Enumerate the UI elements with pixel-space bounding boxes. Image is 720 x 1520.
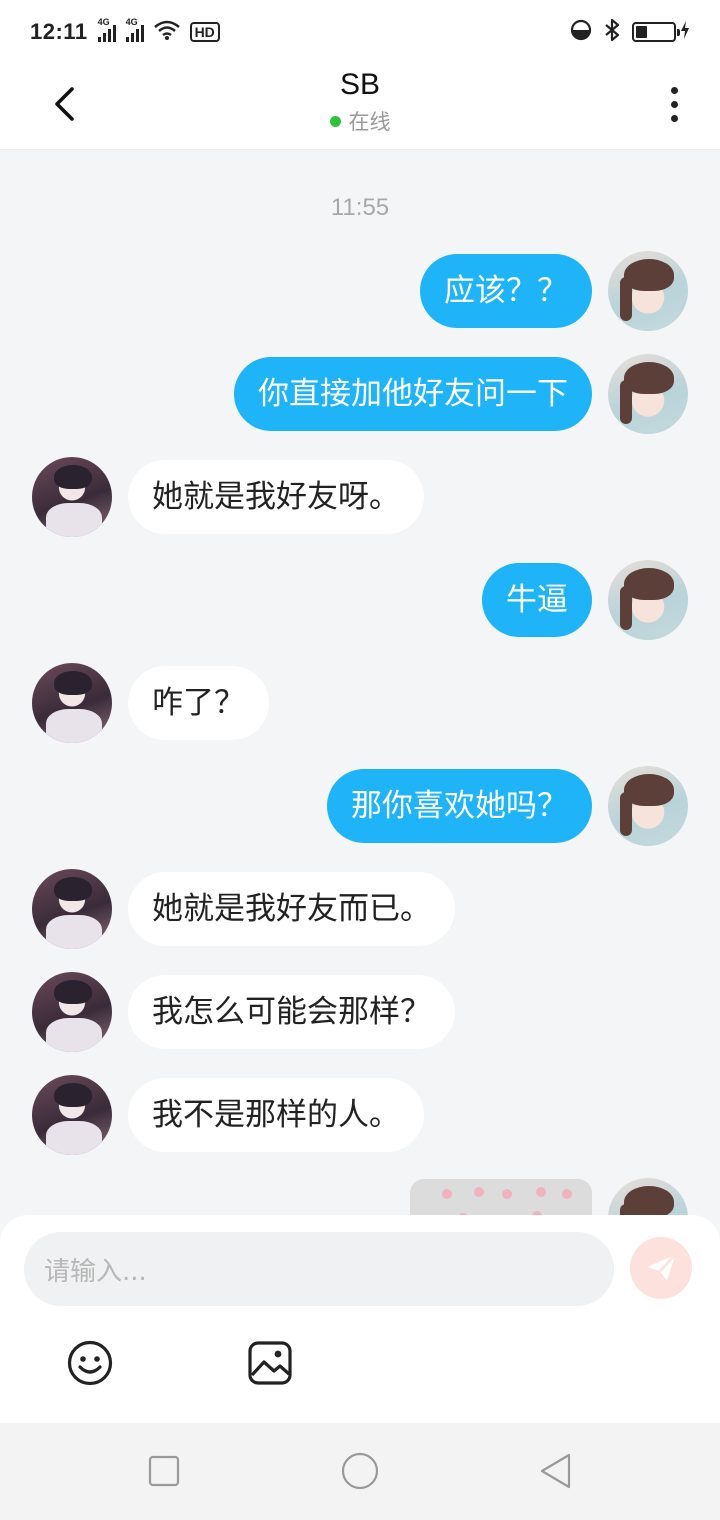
avatar-contact[interactable] [32,457,112,537]
nav-back-button[interactable] [532,1447,580,1495]
wifi-icon [153,20,180,44]
message-bubble-outgoing[interactable]: 应该？？ [420,254,592,328]
home-button[interactable] [336,1447,384,1495]
message-bubble-outgoing[interactable]: 那你喜欢她吗？ [327,769,592,843]
chat-title: SB [339,68,381,101]
message-bubble-incoming[interactable]: 她就是我好友呀。 [128,460,424,534]
message-timestamp: 11:55 [330,194,390,221]
message-list[interactable]: 11:55 应该？？ 你直接加他好友问一下 她就是我好友呀。 牛逼 咋了？ 那你… [0,150,720,1215]
message-row-outgoing: 应该？？ [0,251,720,333]
presence-indicator: 在线 [329,106,391,136]
avatar-contact[interactable] [32,972,112,1052]
more-options-button[interactable] [658,82,690,126]
avatar-contact[interactable] [32,869,112,949]
cellular-signal-2-icon: 4G [125,17,144,42]
message-row-incoming: 我不是那样的人。 [0,1075,720,1157]
message-row-outgoing: 牛逼 [0,560,720,642]
recents-icon [148,1455,180,1487]
avatar-contact[interactable] [32,1075,112,1155]
avatar-self[interactable] [608,354,688,434]
message-bubble-incoming[interactable]: 我不是那样的人。 [128,1078,424,1152]
send-icon [647,1254,676,1281]
signal-label-2: 4G [125,17,138,27]
message-row-incoming: 我怎么可能会那样？ [0,972,720,1054]
avatar-self[interactable] [608,251,688,331]
more-vertical-icon [670,86,678,94]
online-dot-icon [329,115,341,127]
image-message[interactable] [410,1179,592,1215]
message-row-incoming: 她就是我好友呀。 [0,457,720,539]
message-row-incoming: 咋了？ [0,663,720,745]
message-row-outgoing: 那你喜欢她吗？ [0,766,720,848]
message-bubble-incoming[interactable]: 她就是我好友而已。 [128,872,455,946]
avatar-self[interactable] [608,1178,688,1215]
message-input-placeholder: 请输入... [44,1256,147,1287]
battery-icon [632,22,680,42]
chat-title-group: SB 在线 [0,66,720,136]
data-saver-icon [570,19,592,45]
emoji-button[interactable] [60,1333,120,1393]
home-icon [341,1452,379,1490]
send-button[interactable] [630,1237,692,1299]
message-bubble-outgoing[interactable]: 牛逼 [482,563,592,637]
recents-button[interactable] [140,1447,188,1495]
back-icon [540,1453,571,1489]
avatar-self[interactable] [608,766,688,846]
message-row-incoming: 她就是我好友而已。 [0,869,720,951]
signal-label: 4G [97,17,110,27]
message-row-outgoing [0,1178,720,1215]
message-bubble-incoming[interactable]: 咋了？ [128,666,269,740]
cellular-signal-icon: 4G [97,17,116,42]
charging-icon [680,20,690,44]
presence-text: 在线 [348,110,391,134]
message-row-outgoing: 你直接加他好友问一下 [0,354,720,436]
status-right [570,18,690,46]
status-bar: 12:11 4G 4G HD [0,0,720,64]
hd-icon: HD [189,22,220,42]
status-left: 12:11 4G 4G HD [30,17,220,45]
composer-panel: 请输入... [0,1215,720,1423]
avatar-contact[interactable] [32,663,112,743]
battery-group [632,20,690,44]
system-navigation-bar [0,1423,720,1520]
bluetooth-icon [604,18,620,46]
emoji-icon [67,1340,113,1386]
message-bubble-incoming[interactable]: 我怎么可能会那样？ [128,975,455,1049]
message-bubble-outgoing[interactable]: 你直接加他好友问一下 [234,357,592,431]
message-input[interactable]: 请输入... [24,1232,614,1306]
battery-fill [636,26,647,38]
image-icon [248,1341,292,1385]
image-picker-button[interactable] [240,1333,300,1393]
status-time: 12:11 [30,19,88,44]
avatar-self[interactable] [608,560,688,640]
chat-header: SB 在线 [0,64,720,150]
